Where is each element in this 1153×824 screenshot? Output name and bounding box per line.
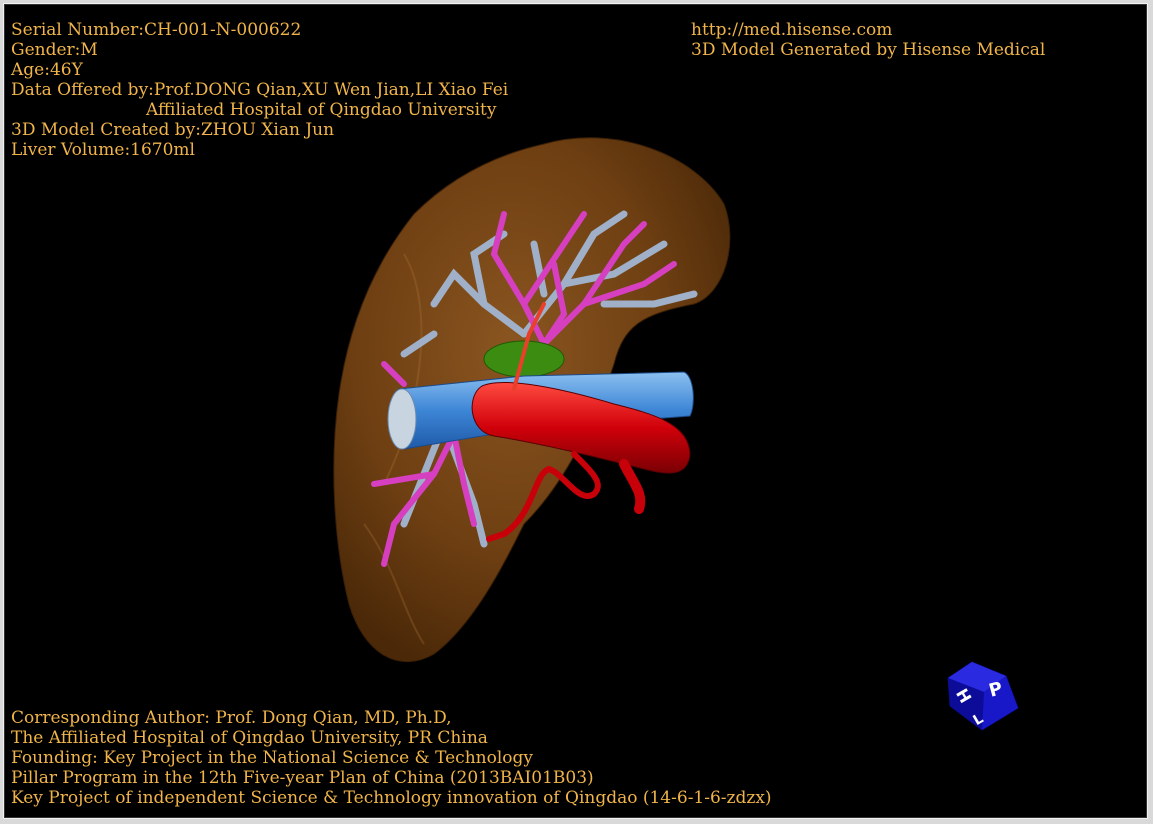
hospital-name: Affiliated Hospital of Qingdao Universit… — [146, 100, 497, 120]
data-offered-by: Data Offered by:Prof.DONG Qian,XU Wen Ji… — [11, 80, 509, 100]
viewport[interactable]: Serial Number:CH-001-N-000622 Gender:M A… — [3, 3, 1148, 819]
model-creator: 3D Model Created by:ZHOU Xian Jun — [11, 120, 335, 140]
footer-line-affiliation: The Affiliated Hospital of Qingdao Unive… — [11, 728, 488, 748]
footer-line-project: Key Project of independent Science & Tec… — [11, 788, 772, 808]
footer-line-author: Corresponding Author: Prof. Dong Qian, M… — [11, 708, 452, 728]
gender: Gender:M — [11, 40, 98, 60]
serial-number: Serial Number:CH-001-N-000622 — [11, 20, 302, 40]
patient-info: Serial Number:CH-001-N-000622 Gender:M A… — [11, 20, 508, 160]
footer-line-program: Pillar Program in the 12th Five-year Pla… — [11, 768, 594, 788]
credits-footer: Corresponding Author: Prof. Dong Qian, M… — [11, 708, 772, 808]
website-url: http://med.hisense.com — [691, 20, 893, 40]
generator-info: http://med.hisense.com 3D Model Generate… — [691, 20, 1045, 60]
orientation-cube-icon[interactable]: P H L — [944, 658, 1024, 738]
generator-credit: 3D Model Generated by Hisense Medical — [691, 40, 1046, 60]
liver-volume: Liver Volume:1670ml — [11, 140, 195, 160]
footer-line-funding: Founding: Key Project in the National Sc… — [11, 748, 533, 768]
age: Age:46Y — [11, 60, 83, 80]
